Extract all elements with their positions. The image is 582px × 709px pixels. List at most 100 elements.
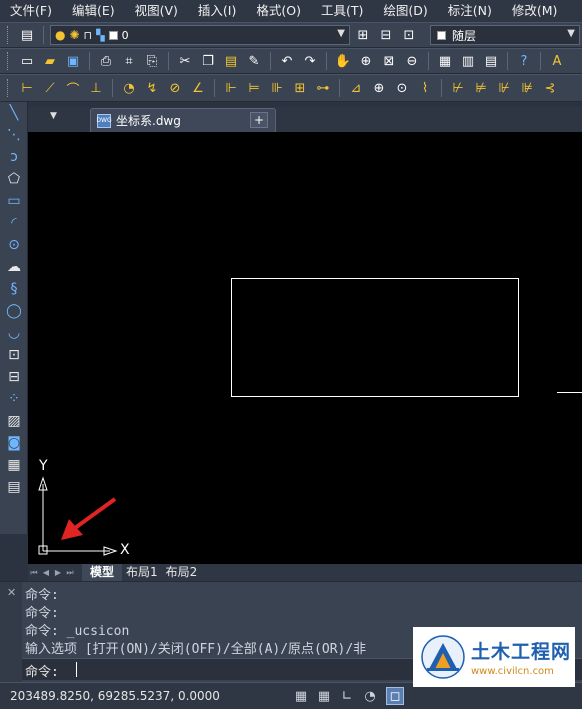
ellipse-arc-icon[interactable]: ◡ [0,322,28,344]
revision-cloud-icon[interactable]: ☁ [0,256,28,278]
circle-icon[interactable]: ⊙ [0,234,28,256]
toolbar-separator [339,79,340,97]
inspection-icon[interactable]: ⊙ [392,78,412,98]
polygon-icon[interactable]: ⬠ [0,168,28,190]
object-snap-icon[interactable]: ◻ [386,687,404,705]
undo-icon[interactable]: ↶ [277,51,297,71]
dimension-override-icon[interactable]: ⊰ [540,78,560,98]
dimension-space-icon[interactable]: ⊞ [290,78,310,98]
angular-dimension-icon[interactable]: ∠ [188,78,208,98]
polar-tracking-icon[interactable]: ◔ [361,687,379,705]
polyline-icon[interactable]: ↄ [0,146,28,168]
layer-dropdown[interactable]: ● ✺ ⊓ ▚ 0 ▼ [50,25,350,45]
layer-states-icon[interactable]: ⊡ [399,25,419,45]
pan-hand-icon[interactable]: ✋ [333,51,353,71]
palette-background [0,534,28,564]
save-icon[interactable]: ▣ [63,51,83,71]
jogged-dimension-icon[interactable]: ↯ [142,78,162,98]
last-layout-icon[interactable]: ⏭ [64,568,76,578]
drawing-canvas[interactable]: Y X [28,132,582,564]
dimension-text-edit-icon[interactable]: ⊭ [471,78,491,98]
next-layout-icon[interactable]: ▶ [52,568,64,577]
text-style-icon[interactable]: A [547,51,567,71]
menu-view[interactable]: 视图(V) [125,0,188,22]
color-dropdown[interactable]: 随层 ▼ [430,25,580,45]
dimension-break-icon[interactable]: ⊶ [313,78,333,98]
cut-icon[interactable]: ✂ [175,51,195,71]
menu-tools[interactable]: 工具(T) [311,0,373,22]
table-icon[interactable]: ▦ [0,454,28,476]
rectangle-icon[interactable]: ▭ [0,190,28,212]
continue-dimension-icon[interactable]: ⊪ [267,78,287,98]
baseline-dimension-icon[interactable]: ⊨ [244,78,264,98]
menu-insert[interactable]: 插入(I) [188,0,246,22]
menu-dimension[interactable]: 标注(N) [438,0,502,22]
toolbar-grip[interactable] [7,26,11,44]
tolerance-icon[interactable]: ⊿ [346,78,366,98]
hatch-icon[interactable]: ▨ [0,410,28,432]
dimension-update-icon[interactable]: ⊮ [494,78,514,98]
toolbar-grip[interactable] [7,52,11,70]
tab-menu-arrow-icon[interactable]: ▼ [50,111,57,121]
redo-icon[interactable]: ↷ [300,51,320,71]
dimension-style-icon[interactable]: ⊯ [517,78,537,98]
chevron-down-icon: ▼ [337,28,345,39]
layer-manager-icon[interactable]: ▤ [17,25,37,45]
line-icon[interactable]: ╲ [0,102,28,124]
layer-previous-icon[interactable]: ⊟ [376,25,396,45]
ordinate-dimension-icon[interactable]: ⊥ [86,78,106,98]
radius-dimension-icon[interactable]: ◔ [119,78,139,98]
jogged-linear-icon[interactable]: ⌇ [415,78,435,98]
new-file-icon[interactable]: ▭ [17,51,37,71]
make-current-layer-icon[interactable]: ⊞ [353,25,373,45]
snap-mode-icon[interactable]: ▦ [292,687,310,705]
close-icon[interactable]: ✕ [7,586,16,599]
previous-layout-icon[interactable]: ◀ [40,568,52,577]
tab-model[interactable]: 模型 [82,564,123,581]
gradient-icon[interactable]: ◙ [0,432,28,454]
ortho-mode-icon[interactable]: ∟ [338,687,356,705]
zoom-window-icon[interactable]: ⊠ [379,51,399,71]
diameter-dimension-icon[interactable]: ⊘ [165,78,185,98]
spline-icon[interactable]: § [0,278,28,300]
quick-dimension-icon[interactable]: ⊩ [221,78,241,98]
aligned-dimension-icon[interactable]: ⟋ [40,78,60,98]
point-icon[interactable]: ⁘ [0,388,28,410]
plot-icon[interactable]: ⎘ [142,51,162,71]
properties-icon[interactable]: ▦ [435,51,455,71]
tab-layout2[interactable]: 布局2 [162,564,202,581]
menu-format[interactable]: 格式(O) [246,0,311,22]
open-folder-icon[interactable]: ▰ [40,51,60,71]
help-icon[interactable]: ? [514,51,534,71]
insert-block-icon[interactable]: ⊡ [0,344,28,366]
print-icon[interactable]: ⎙ [96,51,116,71]
menu-file[interactable]: 文件(F) [0,0,62,22]
paste-icon[interactable]: ▤ [221,51,241,71]
design-center-icon[interactable]: ▥ [458,51,478,71]
print-preview-icon[interactable]: ⌗ [119,51,139,71]
document-tab[interactable]: DWG 坐标系.dwg ✕ [90,108,276,132]
center-mark-icon[interactable]: ⊕ [369,78,389,98]
menu-edit[interactable]: 编辑(E) [62,0,125,22]
new-tab-button[interactable]: + [250,112,268,128]
ellipse-icon[interactable]: ◯ [0,300,28,322]
make-block-icon[interactable]: ⊟ [0,366,28,388]
zoom-realtime-icon[interactable]: ⊕ [356,51,376,71]
tool-palettes-icon[interactable]: ▤ [481,51,501,71]
draw-toolbar: ╲ ⋱ ↄ ⬠ ▭ ◜ ⊙ ☁ § ◯ ◡ ⊡ ⊟ ⁘ ▨ ◙ ▦ ▤ [0,102,28,534]
construction-line-icon[interactable]: ⋱ [0,124,28,146]
linear-dimension-icon[interactable]: ⊢ [17,78,37,98]
copy-icon[interactable]: ❐ [198,51,218,71]
zoom-previous-icon[interactable]: ⊖ [402,51,422,71]
tab-layout1[interactable]: 布局1 [122,564,162,581]
menu-modify[interactable]: 修改(M) [502,0,568,22]
dimension-edit-icon[interactable]: ⊬ [448,78,468,98]
grid-display-icon[interactable]: ▦ [315,687,333,705]
toolbar-grip[interactable] [7,79,11,97]
arc-length-icon[interactable]: ⌒ [63,78,83,98]
arc-icon[interactable]: ◜ [0,212,28,234]
menu-draw[interactable]: 绘图(D) [373,0,437,22]
match-properties-icon[interactable]: ✎ [244,51,264,71]
multiline-text-icon[interactable]: ▤ [0,476,28,498]
first-layout-icon[interactable]: ⏮ [28,568,40,578]
